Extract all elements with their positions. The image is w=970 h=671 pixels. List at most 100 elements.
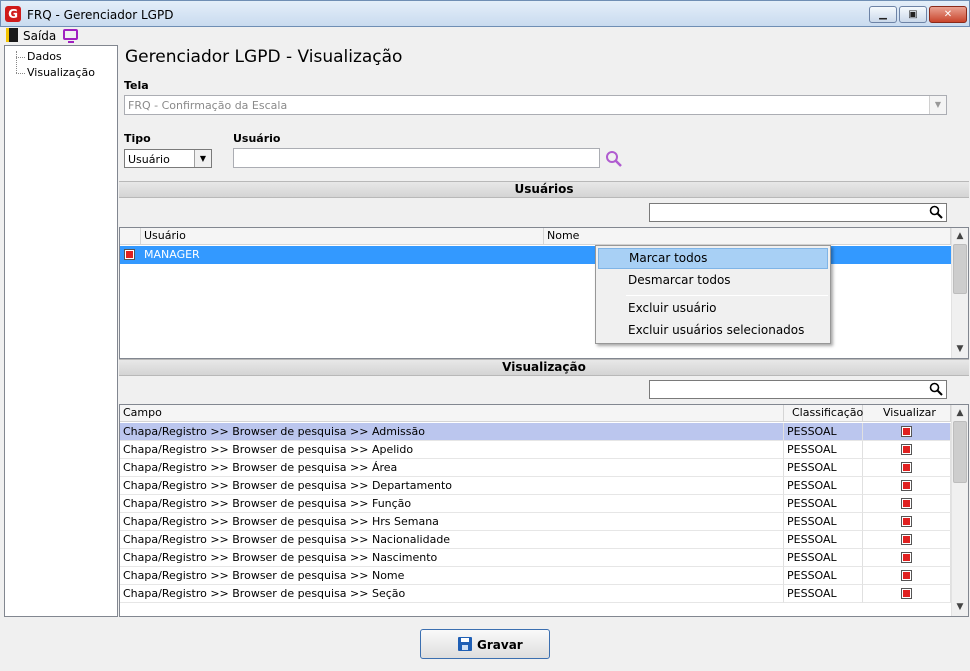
visualizacao-scrollbar[interactable]: ▲ ▼	[951, 405, 968, 616]
visualizar-cell[interactable]	[863, 585, 951, 603]
visualizar-checkbox[interactable]	[901, 516, 912, 527]
menu-item-marcar-todos[interactable]: Marcar todos	[598, 248, 828, 269]
campo-cell: Chapa/Registro >> Browser de pesquisa >>…	[120, 423, 784, 441]
scroll-down-icon[interactable]: ▼	[952, 342, 968, 356]
table-row[interactable]: Chapa/Registro >> Browser de pesquisa >>…	[120, 495, 951, 513]
table-row[interactable]: Chapa/Registro >> Browser de pesquisa >>…	[120, 513, 951, 531]
visualizar-checkbox[interactable]	[901, 462, 912, 473]
classificacao-cell: PESSOAL	[784, 585, 863, 603]
campo-cell: Chapa/Registro >> Browser de pesquisa >>…	[120, 549, 784, 567]
checkbox-column-header	[120, 228, 141, 245]
usuarios-grid-header: Usuário Nome	[120, 228, 951, 245]
classificacao-cell: PESSOAL	[784, 531, 863, 549]
visualizar-checkbox[interactable]	[901, 588, 912, 599]
close-icon: ✕	[943, 9, 953, 20]
context-menu: Marcar todos Desmarcar todos Excluir usu…	[595, 245, 831, 344]
visualizar-cell[interactable]	[863, 531, 951, 549]
tree-item-dados[interactable]: Dados	[27, 50, 62, 63]
tree-branch	[16, 57, 25, 58]
navigation-tree: Dados Visualização	[4, 45, 118, 617]
campo-cell: Chapa/Registro >> Browser de pesquisa >>…	[120, 585, 784, 603]
column-header-usuario[interactable]: Usuário	[141, 228, 544, 245]
visualizar-checkbox[interactable]	[901, 498, 912, 509]
visualizar-cell[interactable]	[863, 513, 951, 531]
visualizar-checkbox[interactable]	[901, 426, 912, 437]
tree-item-visualizacao[interactable]: Visualização	[27, 66, 95, 79]
tipo-select[interactable]: Usuário ▼	[124, 149, 212, 168]
search-icon[interactable]	[929, 382, 943, 396]
visualizar-checkbox[interactable]	[901, 444, 912, 455]
menu-separator	[626, 295, 828, 296]
column-header-nome[interactable]: Nome	[544, 228, 951, 245]
visualizar-cell[interactable]	[863, 477, 951, 495]
visualizar-checkbox[interactable]	[901, 552, 912, 563]
visualizar-cell[interactable]	[863, 459, 951, 477]
chevron-down-icon[interactable]: ▼	[929, 96, 946, 114]
classificacao-cell: PESSOAL	[784, 441, 863, 459]
maximize-button[interactable]: ▣	[899, 6, 927, 23]
monitor-icon[interactable]	[63, 29, 78, 43]
column-header-campo[interactable]: Campo	[120, 405, 784, 422]
tela-label: Tela	[124, 79, 149, 92]
visualizar-cell[interactable]	[863, 567, 951, 585]
campo-cell: Chapa/Registro >> Browser de pesquisa >>…	[120, 441, 784, 459]
exit-door-icon	[6, 28, 18, 42]
visualizacao-grid-header: Campo Classificação Visualizar	[120, 405, 951, 422]
search-icon[interactable]	[929, 205, 943, 219]
menu-item-desmarcar-todos[interactable]: Desmarcar todos	[598, 270, 828, 291]
classificacao-cell: PESSOAL	[784, 549, 863, 567]
main-panel: Gerenciador LGPD - Visualização Tela FRQ…	[119, 45, 969, 617]
menu-item-excluir-usuario[interactable]: Excluir usuário	[598, 298, 828, 319]
save-button-label: Gravar	[477, 638, 523, 652]
tela-select[interactable]: FRQ - Confirmação da Escala ▼	[124, 95, 947, 115]
table-row[interactable]: Chapa/Registro >> Browser de pesquisa >>…	[120, 567, 951, 585]
classificacao-cell: PESSOAL	[784, 477, 863, 495]
scroll-thumb[interactable]	[953, 244, 967, 294]
column-header-visualizar[interactable]: Visualizar	[863, 405, 951, 422]
row-checkbox[interactable]	[124, 249, 135, 260]
campo-cell: Chapa/Registro >> Browser de pesquisa >>…	[120, 567, 784, 585]
visualizacao-section-header: Visualização	[119, 359, 969, 376]
scroll-thumb[interactable]	[953, 421, 967, 483]
row-checkbox-cell[interactable]	[120, 246, 141, 264]
usuarios-scrollbar[interactable]: ▲ ▼	[951, 228, 968, 358]
scroll-up-icon[interactable]: ▲	[952, 229, 968, 243]
minimize-button[interactable]: ▁	[869, 6, 897, 23]
table-row[interactable]: Chapa/Registro >> Browser de pesquisa >>…	[120, 423, 951, 441]
menu-item-excluir-selecionados[interactable]: Excluir usuários selecionados	[598, 320, 828, 341]
usuario-cell: MANAGER	[141, 246, 544, 264]
campo-cell: Chapa/Registro >> Browser de pesquisa >>…	[120, 531, 784, 549]
table-row[interactable]: Chapa/Registro >> Browser de pesquisa >>…	[120, 441, 951, 459]
usuarios-grid: Usuário Nome MANAGER ▲ ▼	[119, 227, 969, 359]
visualizacao-filter-input[interactable]	[649, 380, 947, 399]
visualizar-checkbox[interactable]	[901, 570, 912, 581]
visualizar-cell[interactable]	[863, 549, 951, 567]
visualizar-checkbox[interactable]	[901, 480, 912, 491]
usuario-input[interactable]	[233, 148, 600, 168]
scroll-down-icon[interactable]: ▼	[952, 600, 968, 614]
visualizar-cell[interactable]	[863, 495, 951, 513]
visualizar-cell[interactable]	[863, 441, 951, 459]
scroll-up-icon[interactable]: ▲	[952, 406, 968, 420]
table-row[interactable]: Chapa/Registro >> Browser de pesquisa >>…	[120, 531, 951, 549]
table-row[interactable]: Chapa/Registro >> Browser de pesquisa >>…	[120, 585, 951, 603]
tree-connector	[16, 51, 17, 73]
table-row[interactable]: Chapa/Registro >> Browser de pesquisa >>…	[120, 477, 951, 495]
visualizacao-grid: Campo Classificação Visualizar Chapa/Reg…	[119, 404, 969, 617]
window-title: FRQ - Gerenciador LGPD	[27, 8, 174, 22]
exit-button[interactable]: Saída	[1, 27, 56, 44]
restore-icon: ▣	[908, 9, 918, 20]
usuarios-filter-input[interactable]	[649, 203, 947, 222]
column-header-classificacao[interactable]: Classificação	[784, 405, 863, 422]
close-button[interactable]: ✕	[929, 6, 967, 23]
table-row[interactable]: Chapa/Registro >> Browser de pesquisa >>…	[120, 549, 951, 567]
app-logo-icon: G	[5, 6, 21, 22]
save-button[interactable]: Gravar	[420, 629, 550, 659]
table-row[interactable]: Chapa/Registro >> Browser de pesquisa >>…	[120, 459, 951, 477]
minimize-icon: ▁	[879, 9, 887, 20]
classificacao-cell: PESSOAL	[784, 423, 863, 441]
search-icon[interactable]	[605, 150, 623, 168]
chevron-down-icon[interactable]: ▼	[194, 150, 211, 167]
visualizar-checkbox[interactable]	[901, 534, 912, 545]
visualizar-cell[interactable]	[863, 423, 951, 441]
